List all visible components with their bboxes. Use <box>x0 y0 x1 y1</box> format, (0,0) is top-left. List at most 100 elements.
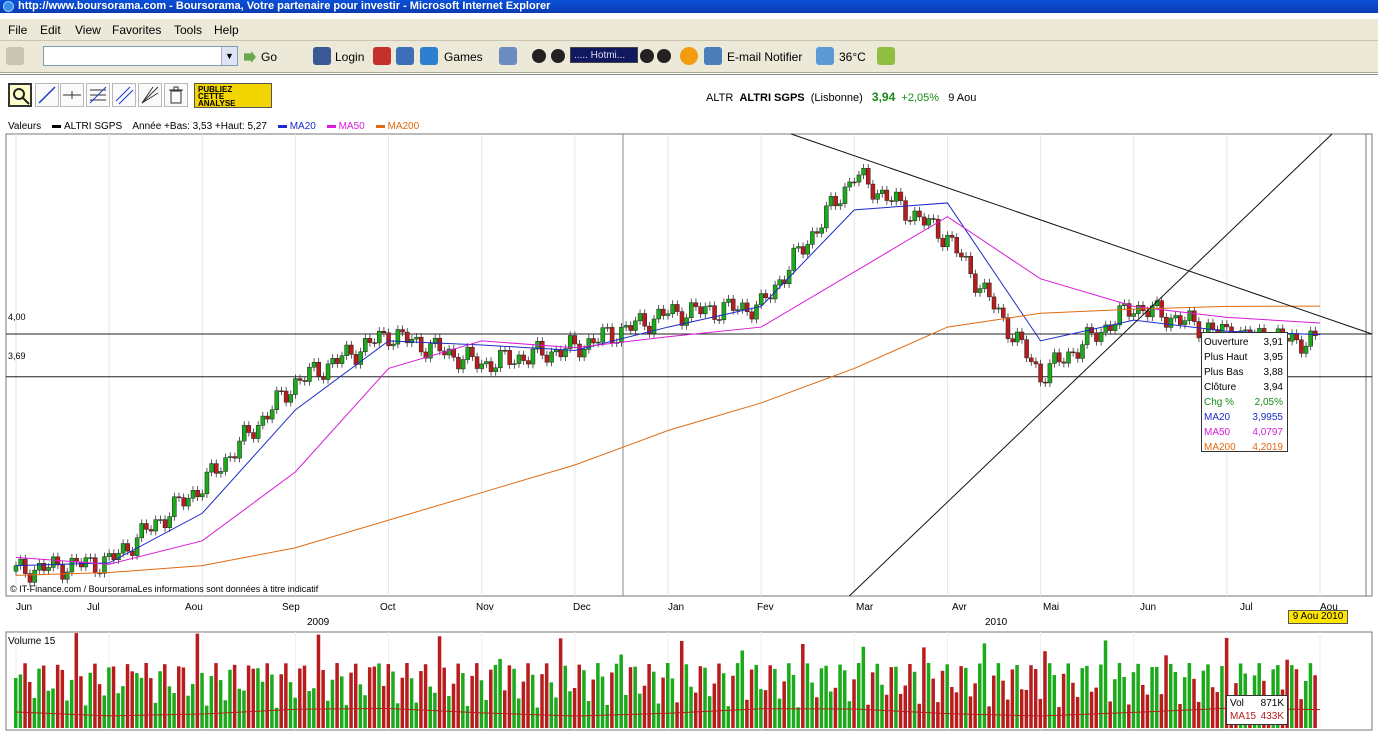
candle <box>791 247 796 271</box>
candle <box>861 168 866 176</box>
volume-bar <box>884 694 889 728</box>
volume-bar <box>1103 640 1108 728</box>
candle <box>726 298 731 303</box>
volume-bar <box>666 663 670 728</box>
volume-bar <box>18 674 23 728</box>
volume-bar <box>479 680 484 728</box>
price-chart[interactable] <box>0 0 1378 739</box>
candle <box>1117 305 1122 326</box>
volume-bar <box>302 665 307 728</box>
volume-bar <box>335 663 339 728</box>
volume-bar <box>577 664 582 728</box>
volume-bar <box>321 670 325 728</box>
volume-bar <box>721 673 726 728</box>
candle <box>158 519 163 521</box>
volume-bar <box>1122 676 1126 728</box>
candle <box>842 186 848 204</box>
candle <box>390 343 396 347</box>
candle <box>386 332 391 347</box>
volume-bar <box>14 678 18 728</box>
volume-bar <box>1071 682 1075 728</box>
volume-bar <box>46 690 51 728</box>
candle <box>339 355 345 364</box>
volume-bar <box>330 679 335 728</box>
volume-bar <box>768 665 772 728</box>
candle <box>255 425 261 439</box>
volume-bar <box>204 705 209 728</box>
volume-bar <box>27 681 32 728</box>
candle <box>856 174 862 183</box>
candle <box>991 296 997 310</box>
volume-bar <box>810 682 814 728</box>
candle <box>32 569 37 583</box>
volume-bar <box>1215 692 1220 728</box>
candle <box>805 244 810 255</box>
volume-bar <box>428 686 432 728</box>
volume-bar <box>51 688 55 728</box>
month-label: Jun <box>1140 602 1157 613</box>
volume-bar <box>852 679 856 728</box>
candle <box>102 556 107 574</box>
candle <box>800 246 806 255</box>
candle <box>488 361 494 372</box>
candle <box>549 351 554 363</box>
candle <box>698 306 703 315</box>
candle <box>1070 351 1076 354</box>
candle <box>1066 351 1071 364</box>
volume-bar <box>586 700 591 728</box>
tip-value: 3,9955 <box>1252 412 1283 423</box>
candle <box>870 183 876 200</box>
volume-bar <box>740 650 745 728</box>
volume-bar <box>642 685 647 728</box>
volume-bar <box>945 664 949 728</box>
candle <box>120 543 126 554</box>
candle <box>973 273 978 293</box>
candle <box>884 189 890 201</box>
candle <box>633 320 638 331</box>
volume-bar <box>461 673 465 728</box>
candle <box>1029 357 1034 362</box>
candle <box>1131 313 1136 317</box>
volume-bar <box>503 690 507 728</box>
candle <box>418 336 424 353</box>
candle <box>1038 363 1043 383</box>
candle <box>92 557 98 574</box>
volume-bar <box>83 705 88 728</box>
candle <box>1019 331 1025 340</box>
volume-bar <box>745 699 749 728</box>
volume-bar <box>582 670 586 728</box>
volume-bar <box>1113 679 1117 728</box>
candle <box>260 415 266 426</box>
month-label: Oct <box>380 602 396 613</box>
volume-bar <box>679 640 684 728</box>
candle <box>903 200 908 221</box>
volume-bar <box>1010 669 1015 728</box>
volume-bar <box>978 663 982 728</box>
volume-title: Volume 15 <box>8 636 56 647</box>
volume-bar <box>316 634 321 728</box>
candle <box>176 496 182 499</box>
candle <box>567 335 573 349</box>
candle <box>325 363 331 380</box>
volume-bar <box>717 663 721 728</box>
candle <box>921 216 927 226</box>
volume-bar <box>1173 671 1178 728</box>
candle <box>987 282 992 298</box>
candle <box>591 338 596 344</box>
candle <box>828 196 834 207</box>
month-label: Mai <box>1043 602 1060 613</box>
candle <box>572 335 578 345</box>
month-label: Jun <box>16 602 33 613</box>
candle <box>293 378 298 395</box>
volume-bar <box>470 675 474 728</box>
vol-label: Vol <box>1230 698 1244 709</box>
vol-value: 871K <box>1260 698 1284 709</box>
volume-bar <box>372 666 377 728</box>
volume-bar <box>549 682 554 728</box>
volume-bar <box>135 673 139 728</box>
month-label: Jul <box>1240 602 1253 613</box>
volume-bar <box>507 665 512 728</box>
volume-bar <box>190 683 195 728</box>
volume-bar <box>1182 677 1187 728</box>
volume-bar <box>149 678 153 728</box>
